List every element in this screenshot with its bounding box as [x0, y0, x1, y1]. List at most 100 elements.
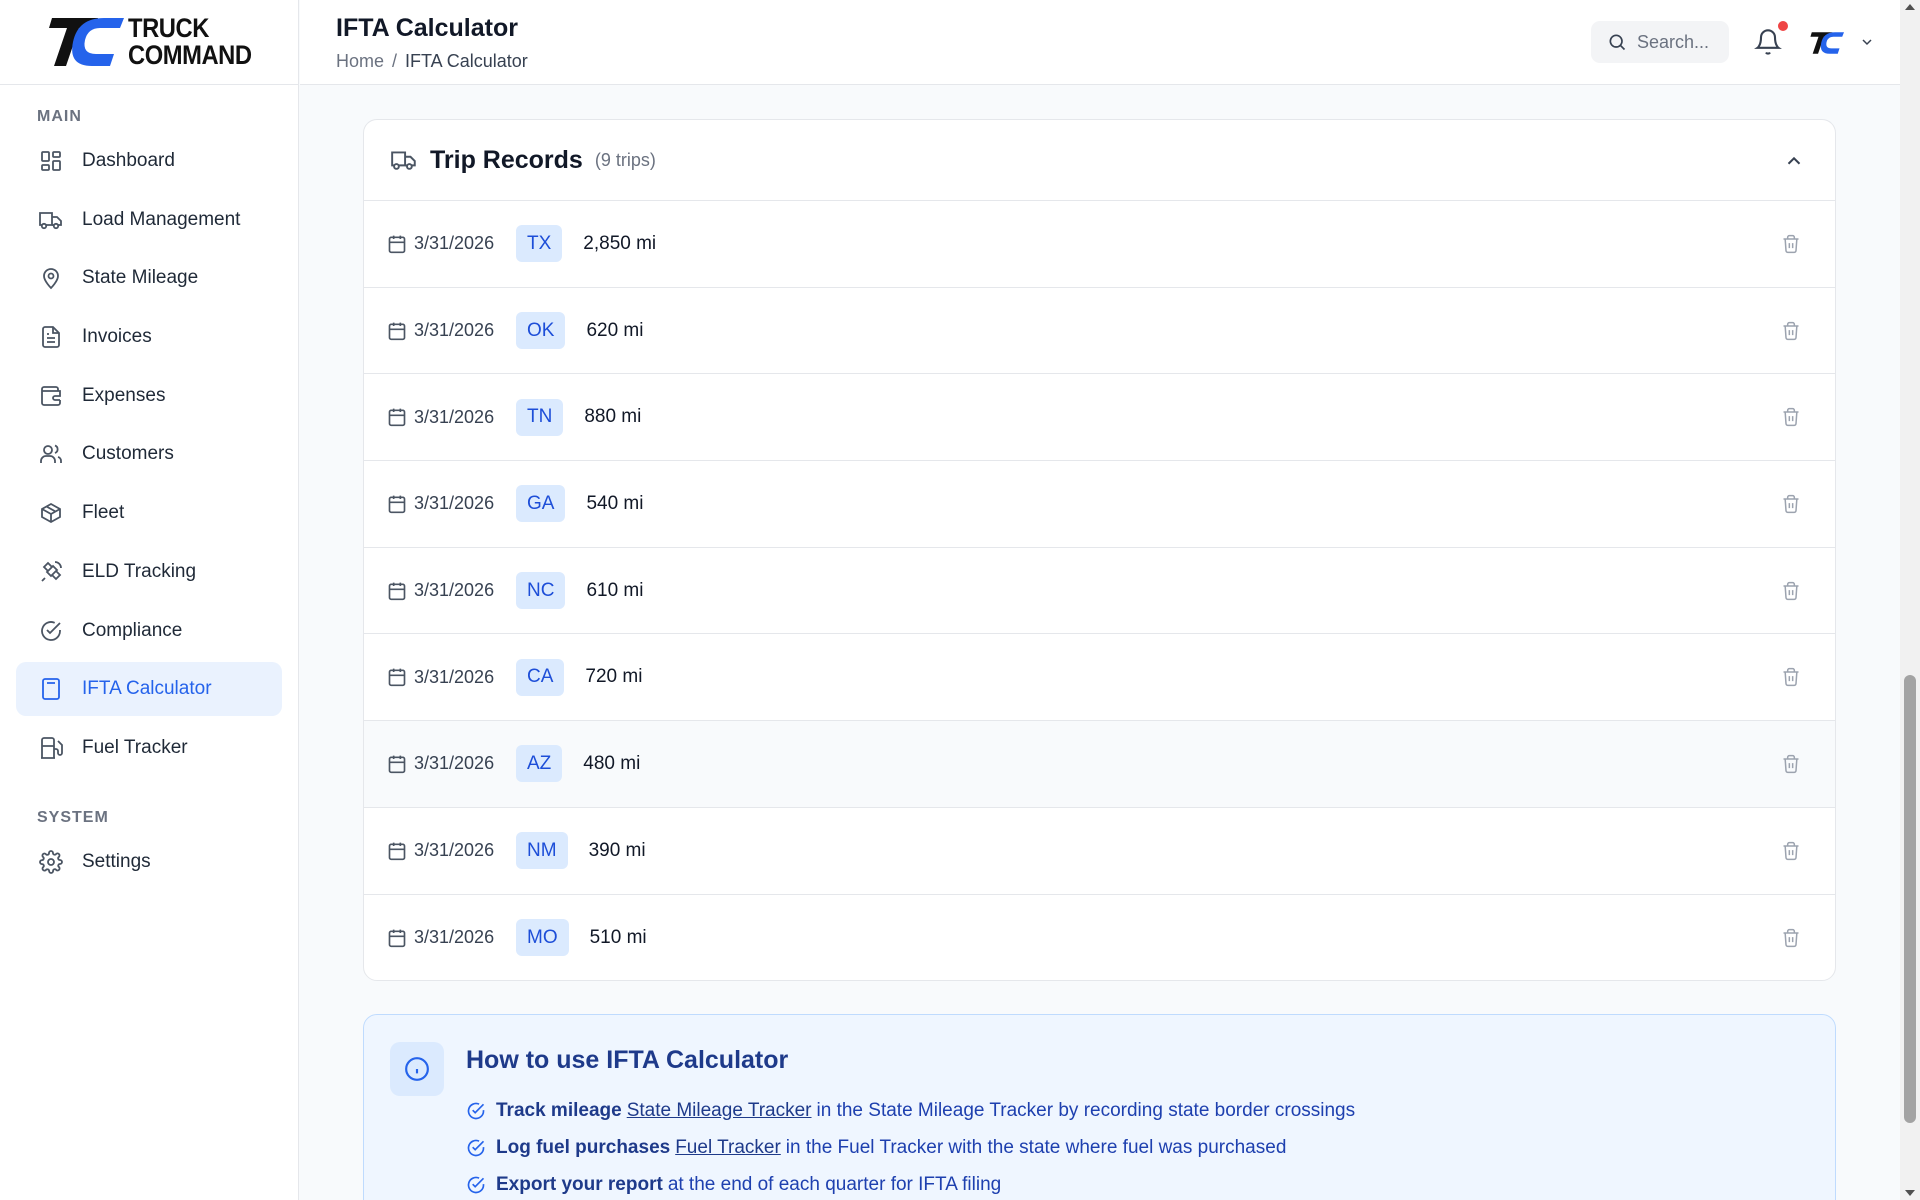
sidebar-item-load-management[interactable]: Load Management [16, 193, 282, 247]
breadcrumb-separator: / [392, 51, 398, 71]
wallet-icon [38, 383, 64, 409]
scroll-down-arrow[interactable] [1905, 1190, 1915, 1196]
trip-miles: 540 mi [586, 492, 644, 514]
sidebar-item-label: Dashboard [82, 150, 175, 171]
trip-miles: 390 mi [588, 839, 646, 861]
trip-miles: 480 mi [583, 752, 641, 774]
step-text: in the Fuel Tracker with the state where… [785, 1136, 1287, 1158]
trash-icon[interactable] [1781, 666, 1801, 688]
trash-icon[interactable] [1781, 233, 1801, 255]
chevron-up-icon[interactable] [1783, 150, 1805, 172]
trip-miles: 880 mi [584, 406, 642, 428]
calendar-icon [388, 408, 406, 427]
table-row: 3/31/2026 NC 610 mi [364, 548, 1835, 635]
calendar-icon [388, 495, 406, 514]
search-input[interactable]: Search... [1591, 21, 1729, 63]
calendar-icon [388, 582, 406, 600]
trip-date: 3/31/2026 [387, 320, 516, 341]
sidebar: TRUCK COMMAND MAIN Dashboard Load Manage… [0, 0, 299, 1200]
trip-miles: 620 mi [586, 319, 644, 341]
sidebar-item-fleet[interactable]: Fleet [16, 486, 282, 540]
trip-count: (9 trips) [594, 149, 656, 170]
sidebar-item-dashboard[interactable]: Dashboard [16, 134, 282, 188]
sidebar-item-customers[interactable]: Customers [16, 427, 282, 481]
calendar-icon [388, 755, 406, 774]
truck-icon [38, 207, 64, 233]
sidebar-item-state-mileage[interactable]: State Mileage [16, 251, 282, 305]
table-row: 3/31/2026 TX 2,850 mi [364, 201, 1835, 288]
calendar-icon [388, 668, 406, 687]
main-nav: Dashboard Load Management State Mileage … [0, 134, 298, 775]
sidebar-item-settings[interactable]: Settings [16, 835, 282, 889]
page-title: IFTA Calculator [336, 14, 518, 42]
trash-icon[interactable] [1781, 406, 1801, 428]
calendar-icon [388, 929, 406, 948]
sidebar-item-eld-tracking[interactable]: ELD Tracking [16, 545, 282, 599]
state-badge: AZ [516, 745, 563, 783]
trip-date: 3/31/2026 [387, 407, 516, 428]
step-text: in the State Mileage Tracker by recordin… [816, 1099, 1356, 1121]
sidebar-item-label: Settings [82, 850, 151, 872]
trip-date: 3/31/2026 [387, 927, 516, 948]
scrollbar-thumb[interactable] [1904, 675, 1916, 1123]
scrollbar[interactable] [1900, 0, 1920, 1200]
brand-logo[interactable]: TRUCK COMMAND [0, 0, 298, 85]
trash-icon[interactable] [1781, 493, 1801, 515]
sidebar-item-compliance[interactable]: Compliance [16, 604, 282, 658]
how-to-step: Export your report at the end of each qu… [466, 1166, 1355, 1200]
table-row: 3/31/2026 GA 540 mi [364, 461, 1835, 548]
check-circle-icon [467, 1176, 485, 1193]
check-circle-icon [38, 618, 64, 644]
trash-icon[interactable] [1781, 753, 1801, 775]
table-row: 3/31/2026 NM 390 mi [364, 808, 1835, 895]
trip-miles: 2,850 mi [583, 232, 657, 254]
calculator-icon [38, 676, 64, 702]
box-icon [38, 500, 64, 526]
check-circle-icon [467, 1102, 485, 1119]
sidebar-item-label: IFTA Calculator [82, 678, 212, 700]
sidebar-item-invoices[interactable]: Invoices [16, 310, 282, 364]
table-row: 3/31/2026 AZ 480 mi [364, 721, 1835, 808]
table-row: 3/31/2026 TN 880 mi [364, 374, 1835, 462]
step-title: Log fuel purchases [496, 1136, 671, 1158]
sidebar-item-expenses[interactable]: Expenses [16, 369, 282, 423]
state-badge: TN [516, 398, 564, 436]
fuel-tracker-link[interactable]: Fuel Tracker [675, 1137, 781, 1159]
breadcrumb-current: IFTA Calculator [405, 51, 528, 71]
state-badge: OK [516, 312, 566, 350]
trip-records-title: Trip Records [430, 145, 583, 174]
scroll-up-arrow[interactable] [1905, 4, 1915, 10]
nav-section-main: MAIN [37, 108, 82, 125]
sidebar-item-fuel-tracker[interactable]: Fuel Tracker [16, 721, 282, 775]
state-badge: MO [516, 919, 569, 957]
chevron-down-icon[interactable] [1859, 34, 1875, 50]
trip-date: 3/31/2026 [387, 233, 516, 254]
calendar-icon [388, 322, 406, 340]
trash-icon[interactable] [1781, 840, 1801, 862]
sidebar-item-label: Fuel Tracker [82, 736, 188, 758]
breadcrumb-home[interactable]: Home [336, 51, 384, 72]
trip-date: 3/31/2026 [387, 580, 516, 601]
trash-icon[interactable] [1781, 320, 1801, 342]
calendar-icon [388, 842, 406, 860]
how-to-step: Log fuel purchases Fuel Tracker in the F… [466, 1129, 1355, 1166]
trip-miles: 510 mi [589, 926, 647, 948]
brand-name: TRUCK COMMAND [128, 13, 252, 70]
sidebar-item-ifta-calculator[interactable]: IFTA Calculator [16, 662, 282, 717]
logo-icon [49, 18, 124, 66]
state-mileage-tracker-link[interactable]: State Mileage Tracker [627, 1100, 812, 1122]
step-title: Export your report [496, 1173, 663, 1195]
trip-records-card: Trip Records (9 trips) 3/31/2026 TX 2,85… [363, 119, 1836, 981]
sidebar-item-label: Invoices [82, 326, 152, 348]
how-to-steps: Track mileage State Mileage Tracker in t… [466, 1092, 1355, 1200]
calendar-icon [388, 235, 406, 254]
trash-icon[interactable] [1781, 927, 1801, 949]
trip-records-header[interactable]: Trip Records (9 trips) [364, 120, 1835, 201]
how-to-step: Track mileage State Mileage Tracker in t… [466, 1092, 1355, 1129]
sidebar-item-label: Fleet [82, 502, 125, 524]
avatar[interactable] [1810, 28, 1844, 58]
bell-icon[interactable] [1754, 28, 1782, 56]
dashboard-icon [38, 148, 64, 174]
trash-icon[interactable] [1781, 580, 1801, 602]
state-badge: TX [516, 225, 563, 263]
